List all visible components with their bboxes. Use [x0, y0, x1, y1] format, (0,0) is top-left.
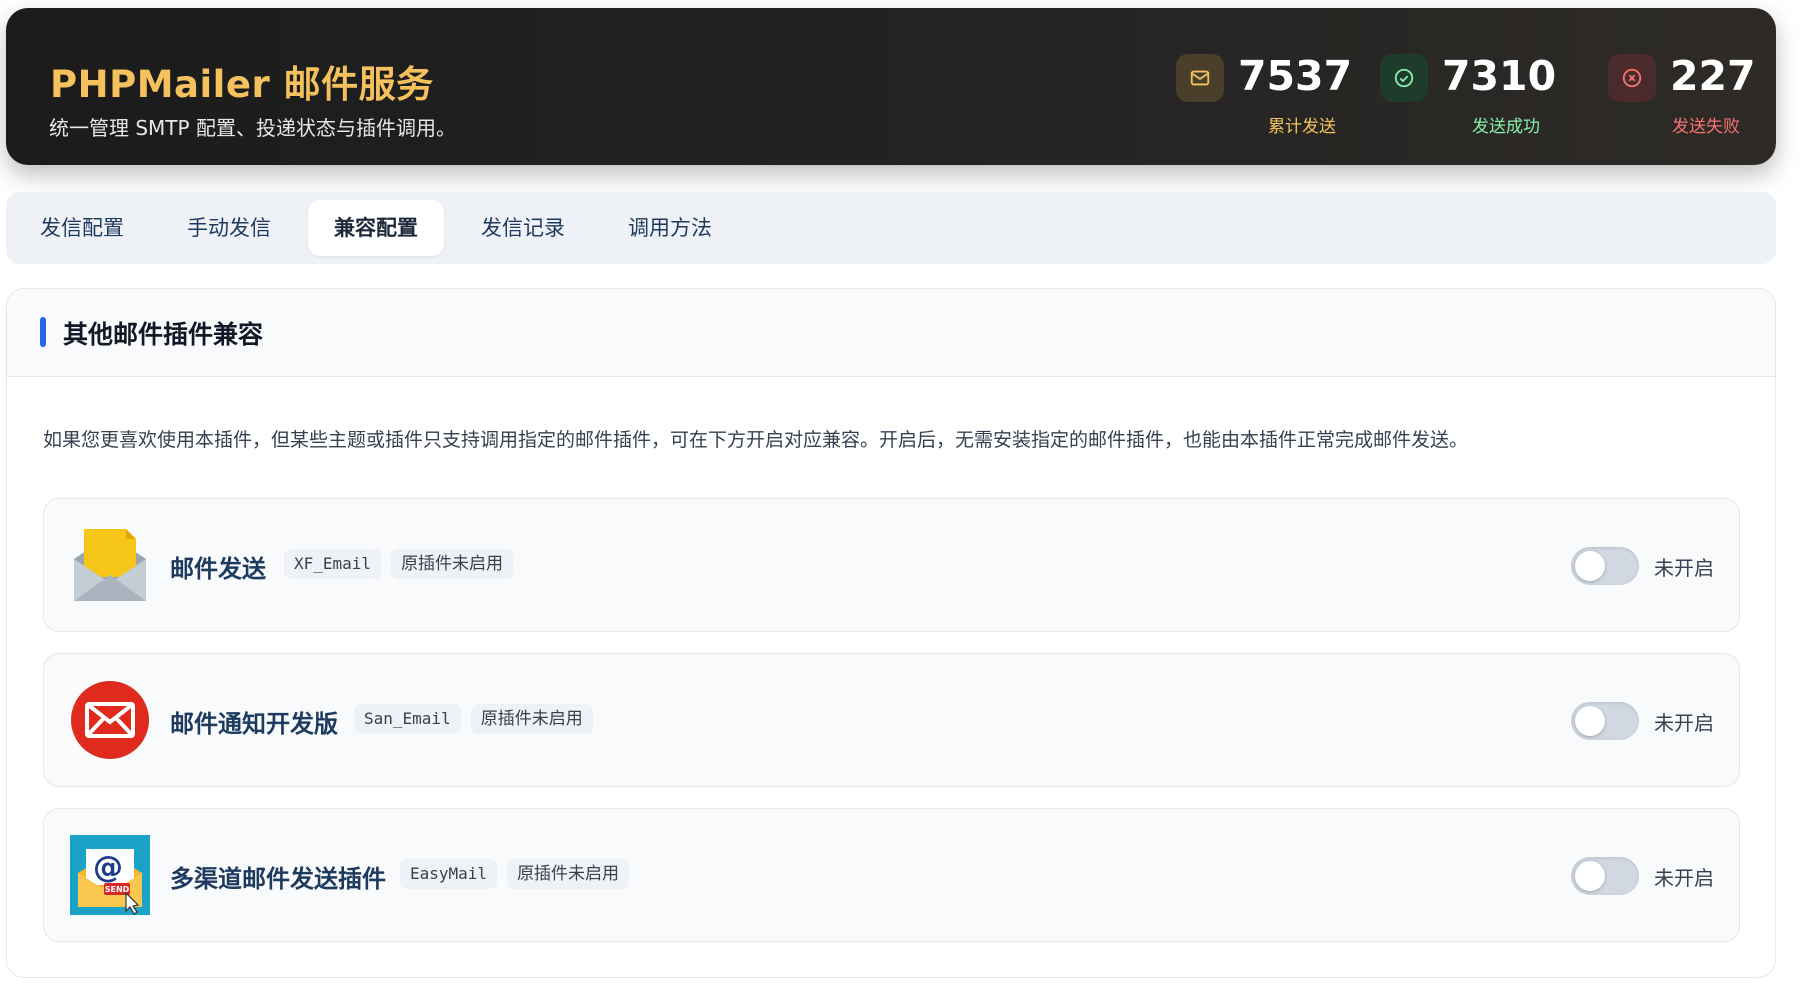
plugin-status-tag: 原插件未启用 [391, 549, 514, 579]
plugin-code-tag: XF_Email [284, 549, 382, 579]
plugin-code-tag: San_Email [354, 704, 461, 734]
stat-total-sent: 7537 累计发送 [1176, 46, 1352, 146]
compat-toggle-switch[interactable] [1571, 702, 1639, 740]
stat-success-value: 7310 [1442, 52, 1557, 100]
plugin-row-xf-email: 邮件发送 XF_Email 原插件未启用 未开启 [43, 498, 1740, 632]
plugin-name: 邮件通知开发版 [170, 710, 338, 738]
send-mail-icon: @ SEND [70, 835, 150, 915]
stat-failed: 227 发送失败 [1608, 46, 1756, 146]
app-header: PHPMailer 邮件服务 统一管理 SMTP 配置、投递状态与插件调用。 7… [6, 8, 1776, 165]
plugin-status-tag: 原插件未启用 [507, 859, 630, 889]
compat-panel: 其他邮件插件兼容 如果您更喜欢使用本插件，但某些主题或插件只支持调用指定的邮件插… [6, 288, 1776, 978]
x-circle-icon [1608, 54, 1656, 102]
title-accent-bar [40, 317, 46, 347]
tab-send-log[interactable]: 发信记录 [455, 200, 591, 256]
tab-send-config[interactable]: 发信配置 [14, 200, 150, 256]
tab-manual-send[interactable]: 手动发信 [161, 200, 297, 256]
toggle-state-label: 未开启 [1654, 866, 1714, 890]
svg-text:@: @ [93, 850, 123, 885]
compat-toggle-switch[interactable] [1571, 547, 1639, 585]
plugin-tags: EasyMail 原插件未启用 [400, 859, 630, 889]
plugin-status-tag: 原插件未启用 [470, 704, 593, 734]
stat-total-value: 7537 [1238, 52, 1353, 100]
toggle-knob [1575, 706, 1605, 736]
stat-failed-value: 227 [1670, 52, 1756, 100]
plugin-tags: San_Email 原插件未启用 [354, 704, 593, 734]
plugin-row-easymail: @ SEND 多渠道邮件发送插件 EasyMail 原插件未启用 未开启 [43, 808, 1740, 942]
check-circle-icon [1380, 54, 1428, 102]
panel-description: 如果您更喜欢使用本插件，但某些主题或插件只支持调用指定的邮件插件，可在下方开启对… [43, 429, 1469, 451]
tab-usage[interactable]: 调用方法 [602, 200, 738, 256]
tab-compat-config[interactable]: 兼容配置 [308, 200, 444, 256]
app-subtitle: 统一管理 SMTP 配置、投递状态与插件调用。 [49, 116, 456, 140]
panel-title: 其他邮件插件兼容 [63, 320, 264, 349]
plugin-name: 多渠道邮件发送插件 [170, 865, 386, 893]
stat-success-label: 发送成功 [1472, 117, 1540, 137]
plugin-name: 邮件发送 [170, 555, 266, 583]
red-envelope-icon [70, 680, 150, 760]
plugin-code-tag: EasyMail [400, 859, 498, 889]
tab-bar: 发信配置 手动发信 兼容配置 发信记录 调用方法 [6, 192, 1776, 264]
stat-failed-label: 发送失败 [1672, 117, 1740, 137]
panel-header: 其他邮件插件兼容 [7, 289, 1775, 377]
stat-success: 7310 发送成功 [1380, 46, 1556, 146]
stat-total-label: 累计发送 [1268, 117, 1336, 137]
open-envelope-icon [70, 525, 150, 605]
plugin-row-san-email: 邮件通知开发版 San_Email 原插件未启用 未开启 [43, 653, 1740, 787]
app-title: PHPMailer 邮件服务 [50, 63, 434, 106]
toggle-state-label: 未开启 [1654, 556, 1714, 580]
compat-toggle-switch[interactable] [1571, 857, 1639, 895]
mail-icon [1176, 54, 1224, 102]
toggle-state-label: 未开启 [1654, 711, 1714, 735]
plugin-tags: XF_Email 原插件未启用 [284, 549, 514, 579]
toggle-knob [1575, 861, 1605, 891]
toggle-knob [1575, 551, 1605, 581]
